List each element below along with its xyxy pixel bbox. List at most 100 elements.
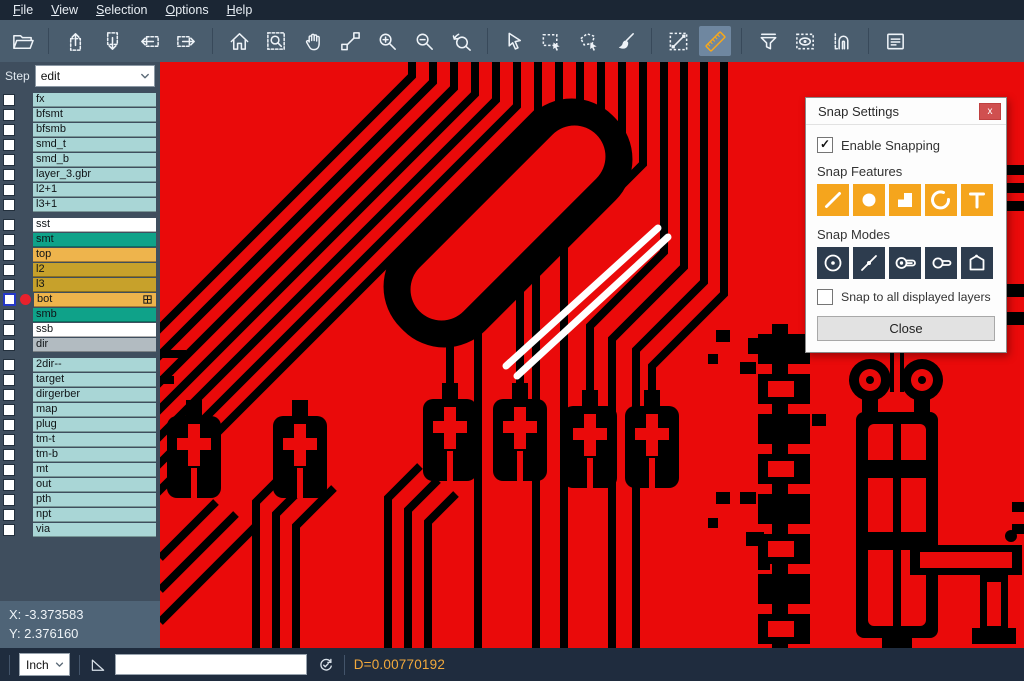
layer-visibility-checkbox[interactable] — [3, 154, 15, 166]
layer-visibility-checkbox[interactable] — [3, 404, 15, 416]
layer-visibility-checkbox[interactable] — [3, 434, 15, 446]
menu-selection[interactable]: Selection — [87, 2, 156, 18]
layer-name-bar[interactable]: l2 — [33, 263, 156, 277]
layer-visibility-checkbox[interactable] — [3, 264, 15, 276]
layer-name-bar[interactable]: bot — [34, 293, 156, 307]
layer-name-bar[interactable]: smd_b — [33, 153, 156, 167]
zoom-in-button[interactable] — [371, 26, 403, 56]
layer-name-bar[interactable]: mt — [33, 463, 156, 477]
layer-name-bar[interactable]: fx — [33, 93, 156, 107]
layer-visibility-checkbox[interactable] — [3, 279, 15, 291]
clear-selection-button[interactable] — [609, 26, 641, 56]
layer-visibility-checkbox[interactable] — [3, 309, 15, 321]
snap-text-button[interactable] — [961, 184, 993, 216]
layer-name-bar[interactable]: layer_3.gbr — [33, 168, 156, 182]
layer-name-bar[interactable]: l3+1 — [33, 198, 156, 212]
layer-name-bar[interactable]: target — [33, 373, 156, 387]
layer-name-bar[interactable]: 2dir-- — [33, 358, 156, 372]
snap-pad-filled-button[interactable] — [889, 247, 921, 279]
zoom-home-button[interactable] — [223, 26, 255, 56]
layer-visibility-checkbox[interactable] — [3, 524, 15, 536]
layer-visibility-checkbox[interactable] — [3, 509, 15, 521]
shift-left-button[interactable] — [133, 26, 165, 56]
close-button[interactable]: Close — [817, 316, 995, 341]
layer-visibility-checkbox[interactable] — [3, 169, 15, 181]
layer-name-bar[interactable]: via — [33, 523, 156, 537]
layer-name-bar[interactable]: smd_t — [33, 138, 156, 152]
layer-visibility-checkbox[interactable] — [3, 324, 15, 336]
shift-up-button[interactable] — [59, 26, 91, 56]
layer-visibility-checkbox[interactable] — [3, 389, 15, 401]
snap-contour-button[interactable] — [961, 247, 993, 279]
layer-name-bar[interactable]: smt — [33, 233, 156, 247]
unit-select[interactable]: Inch — [19, 653, 70, 676]
layer-name-bar[interactable]: plug — [33, 418, 156, 432]
snap-surface-button[interactable] — [889, 184, 921, 216]
layer-visibility-checkbox[interactable] — [3, 339, 15, 351]
layer-visibility-checkbox[interactable] — [3, 494, 15, 506]
pan-button[interactable] — [297, 26, 329, 56]
layer-name-bar[interactable]: pth — [33, 493, 156, 507]
layer-visibility-checkbox[interactable] — [3, 449, 15, 461]
zoom-previous-button[interactable] — [445, 26, 477, 56]
layer-visibility-checkbox[interactable] — [3, 464, 15, 476]
layer-name-bar[interactable]: top — [33, 248, 156, 262]
layer-name-bar[interactable]: dir — [33, 338, 156, 352]
snap-all-layers-checkbox[interactable] — [817, 289, 833, 305]
ruler-button[interactable] — [699, 26, 731, 56]
layer-visibility-checkbox[interactable] — [3, 109, 15, 121]
shift-down-button[interactable] — [96, 26, 128, 56]
layer-visibility-checkbox[interactable] — [3, 359, 15, 371]
snap-settings-button[interactable] — [826, 26, 858, 56]
layer-name-bar[interactable]: ssb — [33, 323, 156, 337]
layer-name-bar[interactable]: smb — [33, 308, 156, 322]
snap-pad-button[interactable] — [853, 184, 885, 216]
menu-help[interactable]: Help — [218, 2, 262, 18]
layer-visibility-checkbox[interactable] — [3, 94, 15, 106]
snap-midpoint-button[interactable] — [853, 247, 885, 279]
layer-name-bar[interactable]: l3 — [33, 278, 156, 292]
layer-name-bar[interactable]: bfsmb — [33, 123, 156, 137]
menu-file[interactable]: File — [4, 2, 42, 18]
snap-line-button[interactable] — [817, 184, 849, 216]
layer-visibility-checkbox[interactable] — [3, 234, 15, 246]
command-input[interactable] — [115, 654, 307, 675]
select-rect-button[interactable] — [535, 26, 567, 56]
select-button[interactable] — [498, 26, 530, 56]
zoom-window-button[interactable] — [334, 26, 366, 56]
snap-center-button[interactable] — [817, 247, 849, 279]
layer-name-bar[interactable]: tm-b — [33, 448, 156, 462]
step-select[interactable]: edit — [35, 65, 155, 87]
zoom-out-button[interactable] — [408, 26, 440, 56]
view-selection-button[interactable] — [789, 26, 821, 56]
refresh-check-icon[interactable] — [317, 656, 335, 674]
layer-name-bar[interactable]: tm-t — [33, 433, 156, 447]
layer-visibility-checkbox[interactable] — [3, 139, 15, 151]
layer-visibility-checkbox[interactable] — [3, 374, 15, 386]
layer-name-bar[interactable]: bfsmt — [33, 108, 156, 122]
report-button[interactable] — [879, 26, 911, 56]
enable-snapping-checkbox[interactable] — [817, 137, 833, 153]
snap-arc-button[interactable] — [925, 184, 957, 216]
layer-visibility-checkbox[interactable] — [3, 124, 15, 136]
menu-options[interactable]: Options — [156, 2, 217, 18]
layer-visibility-checkbox[interactable] — [3, 479, 15, 491]
dialog-title-bar[interactable]: Snap Settings x — [806, 98, 1006, 125]
layer-visibility-checkbox[interactable] — [3, 249, 15, 261]
layer-name-bar[interactable]: l2+1 — [33, 183, 156, 197]
menu-view[interactable]: View — [42, 2, 87, 18]
select-poly-button[interactable] — [572, 26, 604, 56]
measure-points-button[interactable] — [662, 26, 694, 56]
layer-visibility-checkbox[interactable] — [3, 293, 16, 306]
zoom-area-button[interactable] — [260, 26, 292, 56]
layer-name-bar[interactable]: map — [33, 403, 156, 417]
layer-visibility-checkbox[interactable] — [3, 419, 15, 431]
layer-name-bar[interactable]: out — [33, 478, 156, 492]
layer-visibility-checkbox[interactable] — [3, 184, 15, 196]
layer-visibility-checkbox[interactable] — [3, 219, 15, 231]
layer-name-bar[interactable]: sst — [33, 218, 156, 232]
shift-right-button[interactable] — [170, 26, 202, 56]
dialog-close-button[interactable]: x — [979, 103, 1001, 120]
layer-name-bar[interactable]: dirgerber — [33, 388, 156, 402]
layer-visibility-checkbox[interactable] — [3, 199, 15, 211]
